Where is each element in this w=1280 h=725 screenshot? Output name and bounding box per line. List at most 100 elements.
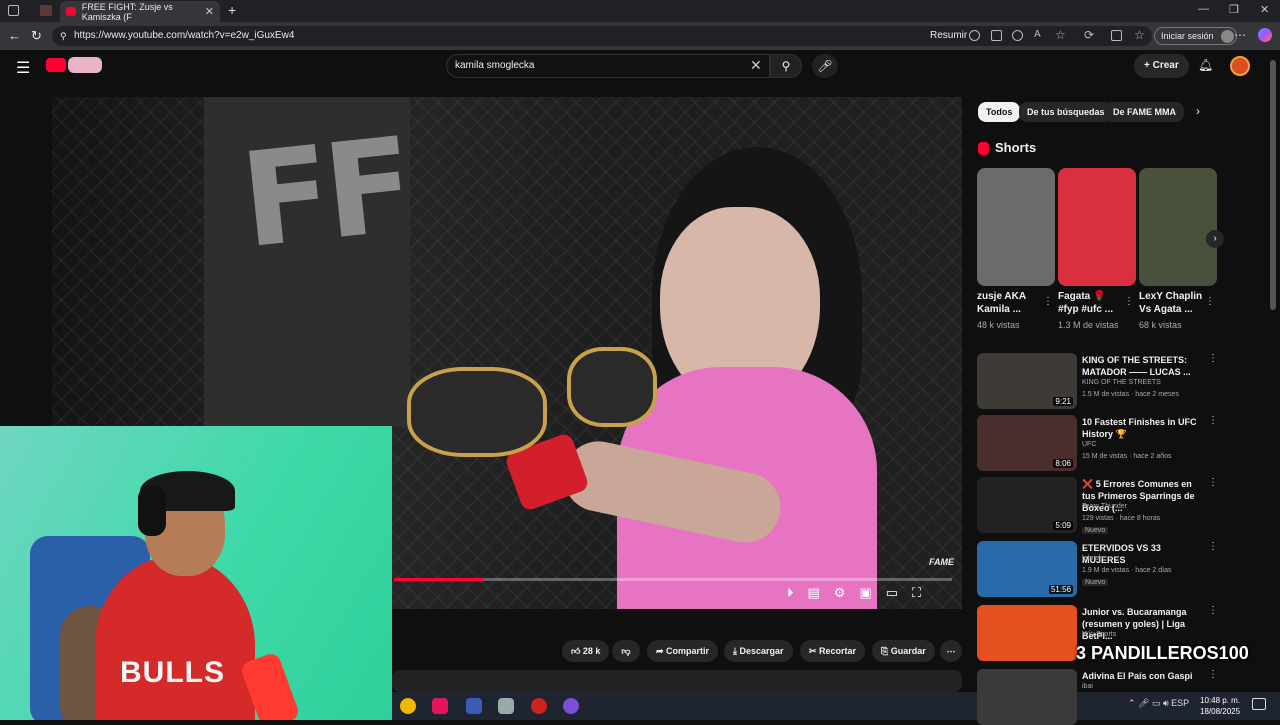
minimize-icon[interactable]: — — [1198, 3, 1209, 15]
tiktok-icon[interactable] — [432, 698, 448, 714]
video-more-icon[interactable]: ⋮ — [1208, 669, 1218, 680]
channel-name[interactable]: KING OF THE STREETS — [1082, 379, 1161, 386]
zoom-icon[interactable] — [1012, 30, 1023, 41]
voice-search-button[interactable]: 🎤︎ — [812, 54, 838, 78]
clear-search-icon[interactable]: ✕ — [750, 57, 762, 74]
channel-name[interactable]: Win Sports — [1082, 631, 1116, 638]
video-title[interactable]: Adivina El País con Gaspi — [1082, 670, 1204, 682]
chips-next-chevron-icon[interactable]: › — [1196, 104, 1200, 118]
chat-app-icon[interactable] — [563, 698, 579, 714]
file-app-icon[interactable] — [498, 698, 514, 714]
video-more-icon[interactable]: ⋮ — [1208, 541, 1218, 552]
theater-mode-icon[interactable]: ▭ — [886, 585, 898, 601]
read-aloud-icon[interactable]: A — [1034, 29, 1041, 40]
video-title[interactable]: ETERVIDOS VS 33 MUJERES — [1082, 542, 1204, 566]
settings-gear-icon[interactable]: ⚙ — [834, 585, 846, 601]
refresh-extension-icon[interactable]: ⟳ — [1084, 28, 1094, 42]
short-more-icon[interactable]: ⋮ — [1124, 296, 1134, 307]
chip-todos[interactable]: Todos — [978, 102, 1021, 122]
video-thumbnail[interactable]: 8:06 — [977, 415, 1077, 471]
subtitles-icon[interactable]: ▤ — [808, 585, 820, 601]
hamburger-menu-icon[interactable]: ☰ — [16, 58, 30, 78]
youtube-logo-icon[interactable] — [46, 58, 66, 72]
channel-name[interactable]: UFC — [1082, 441, 1096, 448]
active-tab[interactable]: FREE FIGHT: Zusje vs Kamiszka (F ✕ — [60, 1, 220, 22]
short-title[interactable]: LexY Chaplin Vs Agata ... — [1139, 290, 1205, 316]
channel-name[interactable]: Team Thunder — [1082, 503, 1127, 510]
doodle-logo-icon[interactable] — [68, 57, 102, 73]
notification-center-icon[interactable] — [1252, 698, 1266, 710]
favorites-icon[interactable]: ☆ — [1134, 28, 1145, 42]
browser-menu-icon[interactable]: ⋯ — [1234, 28, 1246, 42]
short-thumbnail[interactable] — [1058, 168, 1136, 286]
clip-button[interactable]: ✂ Recortar — [800, 640, 866, 662]
video-progress-bar[interactable] — [394, 578, 952, 581]
video-thumbnail[interactable] — [977, 669, 1077, 725]
channel-name[interactable]: ibai — [1082, 683, 1093, 690]
video-more-icon[interactable]: ⋮ — [1208, 353, 1218, 364]
url-field[interactable]: ⚲ https://www.youtube.com/watch?v=e2w_iG… — [52, 26, 1152, 46]
like-button[interactable]: 👍︎ 28 k — [562, 640, 610, 662]
extensions-icon[interactable] — [1111, 30, 1122, 41]
maximize-icon[interactable]: ❐ — [1229, 3, 1239, 16]
video-thumbnail[interactable] — [977, 605, 1077, 661]
search-button[interactable]: ⚲ — [770, 54, 802, 78]
translate-icon[interactable] — [969, 30, 980, 41]
favorite-star-icon[interactable]: ☆ — [1055, 28, 1066, 42]
video-more-icon[interactable]: ⋮ — [1208, 415, 1218, 426]
download-button[interactable]: ⤓ Descargar — [724, 640, 793, 662]
share-button[interactable]: ➦ Compartir — [647, 640, 719, 662]
dislike-button[interactable]: 👎︎ — [612, 640, 640, 662]
copilot-icon[interactable] — [1258, 28, 1272, 42]
more-actions-button[interactable]: ⋯ — [940, 640, 962, 662]
video-more-icon[interactable]: ⋮ — [1208, 605, 1218, 616]
coin-app-icon[interactable] — [400, 698, 416, 714]
video-more-icon[interactable]: ⋮ — [1208, 477, 1218, 488]
search-input[interactable]: kamila smoglecka — [446, 54, 770, 78]
language-indicator[interactable]: ESP — [1171, 698, 1189, 708]
autoplay-toggle-icon[interactable]: ⏵ — [787, 585, 794, 601]
reader-icon[interactable] — [991, 30, 1002, 41]
short-more-icon[interactable]: ⋮ — [1043, 296, 1053, 307]
short-title[interactable]: zusje AKA Kamila ... — [977, 290, 1043, 316]
tray-arrow-icon[interactable]: ⌃ — [1128, 698, 1138, 708]
chip-fame-mma[interactable]: De FAME MMA — [1105, 102, 1184, 122]
vscode-icon[interactable] — [466, 698, 482, 714]
system-tray[interactable]: ⌃ 🎤︎ ▭ 🔊︎ ESP — [1128, 698, 1189, 709]
chip-from-searches[interactable]: De tus búsquedas — [1019, 102, 1113, 122]
video-thumbnail[interactable]: 9:21 — [977, 353, 1077, 409]
tab-actions-icon[interactable] — [8, 5, 19, 16]
account-avatar[interactable] — [1230, 56, 1250, 76]
shorts-next-chevron-icon[interactable]: › — [1206, 230, 1224, 248]
short-more-icon[interactable]: ⋮ — [1205, 296, 1215, 307]
short-title[interactable]: Fagata 🌹 #fyp #ufc ... — [1058, 290, 1124, 316]
volume-icon[interactable]: 🔊︎ — [1163, 698, 1171, 708]
network-icon[interactable]: ▭ — [1152, 698, 1163, 708]
short-thumbnail[interactable] — [977, 168, 1055, 286]
back-icon[interactable]: ← — [8, 28, 21, 43]
close-tab-icon[interactable]: ✕ — [205, 5, 214, 18]
create-button[interactable]: + Crear — [1134, 54, 1189, 78]
short-thumbnail[interactable] — [1139, 168, 1217, 286]
video-thumbnail[interactable]: 5:09 — [977, 477, 1077, 533]
site-info-icon[interactable]: ⚲ — [60, 26, 67, 46]
video-thumbnail[interactable]: 51:56 — [977, 541, 1077, 597]
close-window-icon[interactable]: ✕ — [1260, 3, 1269, 16]
video-title[interactable]: KING OF THE STREETS: MATADOR —— LUCAS ..… — [1082, 354, 1204, 378]
pinned-tab-icon[interactable] — [40, 5, 52, 16]
resumir-button[interactable]: Resumir — [930, 30, 967, 41]
taskbar-clock[interactable]: 10:48 p. m. 18/08/2025 — [1200, 695, 1240, 717]
save-button[interactable]: ⎘ Guardar — [872, 640, 935, 662]
mic-tray-icon[interactable]: 🎤︎ — [1138, 698, 1152, 708]
notifications-bell-icon[interactable]: 🔔︎ — [1198, 58, 1213, 72]
fullscreen-icon[interactable]: ⛶ — [912, 585, 921, 601]
channel-name[interactable]: lebrish — [1082, 555, 1103, 562]
description-box[interactable] — [392, 670, 962, 692]
page-scrollbar[interactable] — [1270, 60, 1276, 310]
miniplayer-icon[interactable]: ▣ — [859, 585, 871, 601]
sign-in-button[interactable]: Iniciar sesión — [1154, 27, 1237, 45]
obs-icon[interactable] — [531, 698, 547, 714]
video-title[interactable]: 10 Fastest Finishes in UFC History 🏆 — [1082, 416, 1204, 440]
reload-icon[interactable]: ↻ — [31, 28, 42, 44]
new-tab-icon[interactable]: + — [228, 2, 236, 18]
